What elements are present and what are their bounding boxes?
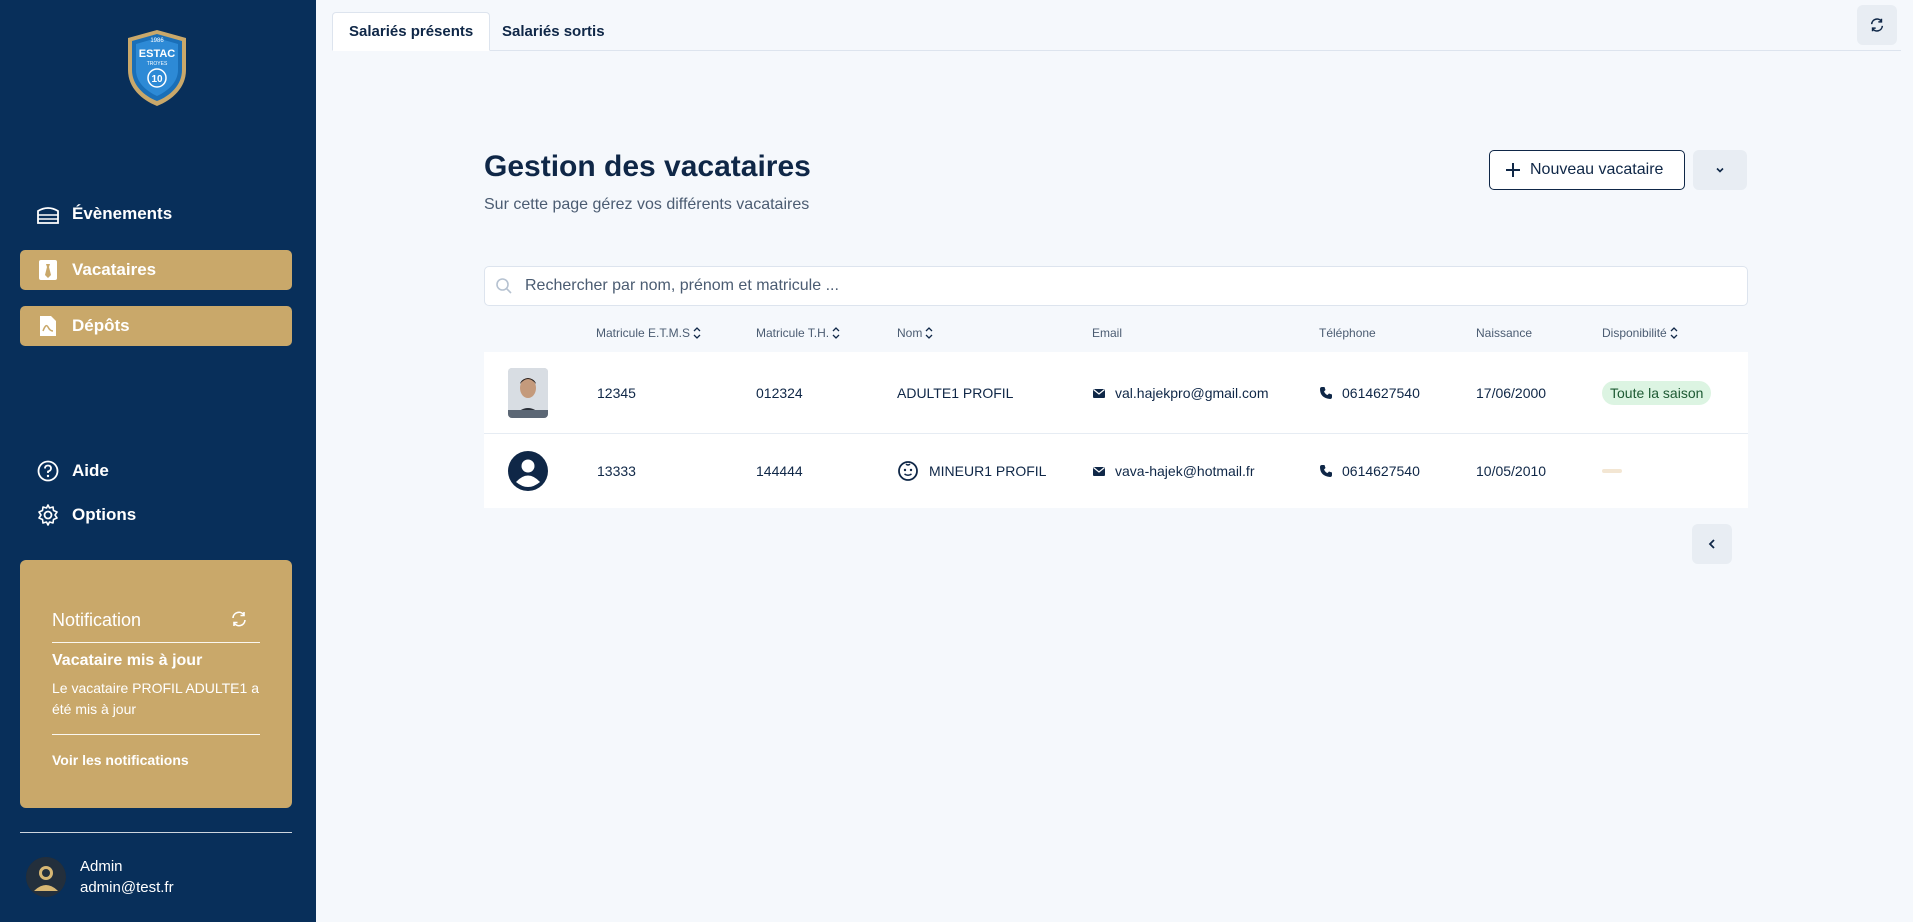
chevron-left-icon — [1708, 539, 1715, 549]
stadium-icon — [36, 202, 60, 226]
column-label: Matricule T.H. — [756, 326, 830, 340]
new-vacataire-label: Nouveau vacataire — [1530, 161, 1664, 178]
sidebar: 1986 ESTAC TROYES 10 Évènements Vacatair… — [0, 0, 316, 922]
phone-icon — [1320, 386, 1332, 399]
refresh-button[interactable] — [1857, 5, 1897, 45]
sidebar-item-evenements[interactable]: Évènements — [20, 194, 292, 234]
email-cell[interactable]: vava-hajek@hotmail.fr — [1092, 434, 1255, 508]
pagination-prev-button[interactable] — [1692, 524, 1732, 564]
disponibilite-cell — [1602, 434, 1622, 508]
avatar — [26, 857, 66, 897]
sort-icon — [693, 327, 701, 339]
tab-salaries-presents[interactable]: Salariés présents — [332, 12, 491, 51]
status-badge-empty — [1602, 469, 1622, 473]
nom-cell: ADULTE1 PROFIL — [897, 384, 1014, 401]
notification-title: Notification — [52, 610, 142, 630]
sidebar-item-label: Évènements — [72, 204, 173, 223]
telephone-cell[interactable]: 0614627540 — [1319, 434, 1420, 508]
email-text: val.hajekpro@gmail.com — [1115, 384, 1269, 401]
tab-salaries-sortis[interactable]: Salariés sortis — [486, 12, 621, 51]
column-header-email: Email — [1092, 326, 1123, 340]
column-header-telephone: Téléphone — [1319, 326, 1376, 340]
page-title: Gestion des vacataires — [484, 150, 811, 183]
view-notifications-link[interactable]: Voir les notifications — [52, 752, 189, 768]
sort-icon — [925, 327, 933, 339]
chevron-down-icon — [1716, 167, 1724, 173]
envelope-icon — [1093, 388, 1105, 398]
envelope-icon — [1093, 467, 1105, 476]
sidebar-item-vacataires[interactable]: Vacataires — [20, 250, 292, 290]
notification-panel: Notification Vacataire mis à jour Le vac… — [20, 560, 292, 808]
user-email: admin@test.fr — [80, 879, 174, 896]
search-icon — [496, 278, 512, 294]
telephone-text: 0614627540 — [1342, 384, 1420, 401]
notification-body: Le vacataire PROFIL ADULTE1 a été mis à … — [52, 680, 259, 717]
new-vacataire-button[interactable]: Nouveau vacataire — [1489, 150, 1685, 190]
logo-number: 10 — [151, 74, 163, 85]
help-circle-icon — [36, 459, 60, 483]
table-row[interactable]: 13333 144444 MINEUR1 PROFIL vava-hajek@h… — [484, 434, 1748, 508]
refresh-icon — [1870, 18, 1884, 32]
tie-icon — [36, 258, 60, 282]
child-face-icon — [898, 461, 918, 481]
sidebar-item-aide[interactable]: Aide — [20, 451, 292, 491]
page-subtitle: Sur cette page gérez vos différents vaca… — [484, 196, 810, 213]
email-text: vava-hajek@hotmail.fr — [1115, 463, 1255, 479]
sidebar-item-label: Options — [72, 505, 137, 524]
column-header-nom[interactable]: Nom — [897, 314, 934, 352]
column-header-matricule-etms[interactable]: Matricule E.T.M.S — [596, 314, 702, 352]
search-input[interactable] — [525, 277, 1747, 295]
table-row[interactable]: 12345 012324 ADULTE1 PROFIL val.hajekpro… — [484, 352, 1748, 434]
search-bar — [484, 266, 1748, 306]
avatar-cell — [508, 352, 548, 433]
sidebar-item-label: Vacataires — [72, 260, 157, 279]
logo-year: 1986 — [150, 38, 164, 44]
more-options-dropdown[interactable] — [1693, 150, 1747, 190]
sidebar-item-label: Aide — [72, 461, 109, 480]
sort-icon — [832, 327, 840, 339]
estac-logo[interactable]: 1986 ESTAC TROYES 10 — [124, 28, 190, 108]
logo-sub: TROYES — [147, 61, 168, 67]
column-header-matricule-th[interactable]: Matricule T.H. — [756, 314, 841, 352]
telephone-text: 0614627540 — [1342, 463, 1420, 479]
column-label: Matricule E.T.M.S — [596, 326, 691, 340]
matricule-th-cell: 012324 — [756, 384, 803, 401]
user-circle-icon — [508, 451, 548, 491]
sort-icon — [1670, 327, 1678, 339]
disponibilite-cell: Toute la saison — [1602, 352, 1712, 433]
nom-cell: MINEUR1 PROFIL — [897, 434, 1046, 508]
gear-icon — [36, 503, 60, 527]
telephone-cell[interactable]: 0614627540 — [1319, 352, 1420, 433]
divider — [52, 734, 260, 735]
avatar — [508, 367, 548, 418]
column-header-naissance: Naissance — [1476, 326, 1533, 340]
column-label: Disponibilité — [1602, 326, 1667, 340]
naissance-cell: 17/06/2000 — [1476, 384, 1547, 401]
user-profile[interactable]: Admin admin@test.fr — [26, 856, 174, 898]
avatar-cell — [508, 434, 548, 508]
matricule-etms-cell: 12345 — [597, 384, 636, 401]
matricule-etms-cell: 13333 — [597, 463, 636, 479]
status-badge: Toute la saison — [1602, 380, 1712, 405]
sidebar-item-options[interactable]: Options — [20, 495, 292, 535]
column-header-disponibilite[interactable]: Disponibilité — [1602, 314, 1679, 352]
logo-name: ESTAC — [139, 48, 176, 60]
document-icon — [36, 314, 60, 338]
column-label: Nom — [897, 326, 923, 340]
sidebar-item-depots[interactable]: Dépôts — [20, 306, 292, 346]
notification-heading: Vacataire mis à jour — [52, 652, 203, 669]
divider — [52, 642, 260, 643]
divider — [20, 832, 292, 833]
nom-text: MINEUR1 PROFIL — [929, 463, 1047, 479]
email-cell[interactable]: val.hajekpro@gmail.com — [1092, 352, 1269, 433]
refresh-icon[interactable] — [230, 610, 248, 628]
naissance-cell: 10/05/2010 — [1476, 463, 1547, 479]
table-header: Matricule E.T.M.S Matricule T.H. Nom Ema… — [484, 314, 1748, 352]
plus-icon — [1506, 163, 1520, 177]
phone-icon — [1320, 465, 1332, 477]
matricule-th-cell: 144444 — [756, 463, 803, 479]
user-name: Admin — [80, 858, 123, 875]
tab-bar: Salariés présents Salariés sortis — [332, 12, 1901, 51]
sidebar-item-label: Dépôts — [72, 316, 130, 335]
